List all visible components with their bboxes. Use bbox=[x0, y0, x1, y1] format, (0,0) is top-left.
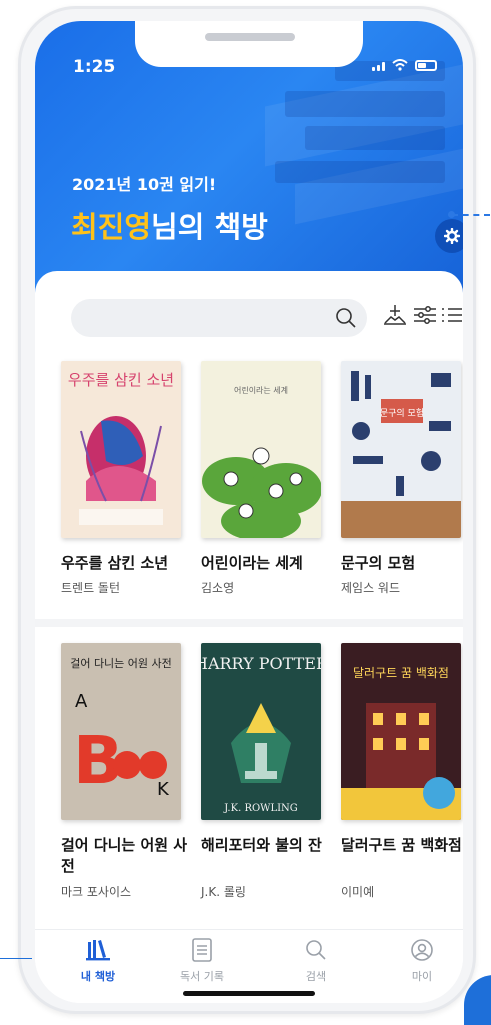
book-author: 제임스 워드 bbox=[341, 581, 401, 595]
book-cover: 걸어 다니는 어원 사전 A B K bbox=[61, 643, 181, 820]
tab-label: 검색 bbox=[305, 970, 327, 983]
status-icons bbox=[372, 59, 437, 71]
cover-author: J.K. ROWLING bbox=[223, 803, 298, 814]
settings-button[interactable] bbox=[435, 219, 463, 253]
tab-label: 독서 기록 bbox=[180, 970, 224, 983]
search-icon bbox=[336, 308, 356, 328]
tab-label: 마이 bbox=[411, 970, 433, 983]
phone-frame: 1:25 2021년 10권 읽기! 최진영님의 책방 우주를 삼킨 소년 우주… bbox=[18, 6, 476, 1014]
book-title: 달러구트 꿈 백화점 bbox=[341, 836, 462, 854]
home-indicator bbox=[183, 991, 315, 996]
tab-search[interactable]: 검색 bbox=[281, 938, 351, 984]
bookshelf-panel: 우주를 삼킨 소년 우주를 삼킨 소년 트렌트 돌턴 어린이라는 세계 어린이라… bbox=[35, 271, 463, 1003]
user-name: 최진영 bbox=[71, 210, 152, 244]
wifi-icon bbox=[392, 59, 408, 71]
document-icon bbox=[192, 938, 212, 962]
svg-text:K: K bbox=[157, 779, 170, 800]
annotation-line bbox=[0, 958, 32, 959]
book-author: 이미예 bbox=[341, 885, 375, 899]
book-cover: 우주를 삼킨 소년 bbox=[61, 361, 181, 538]
book-cover: HARRY POTTER J.K. ROWLING bbox=[201, 643, 321, 820]
search-icon bbox=[306, 940, 326, 960]
cover-title: 달러구트 꿈 백화점 bbox=[353, 666, 449, 680]
bookshelf-add-icon[interactable] bbox=[383, 303, 407, 327]
battery-icon bbox=[415, 60, 437, 71]
book-author: J.K. 롤링 bbox=[201, 885, 246, 899]
book-title: 문구의 모험 bbox=[341, 554, 416, 572]
signal-icon bbox=[372, 62, 385, 71]
book-title: 우주를 삼킨 소년 bbox=[61, 554, 169, 572]
filter-icon[interactable] bbox=[413, 303, 437, 327]
tab-label: 내 책방 bbox=[80, 970, 116, 983]
device-notch bbox=[135, 21, 363, 67]
book-author: 트렌트 돌턴 bbox=[61, 581, 121, 595]
cover-title: 문구의 모험 bbox=[380, 408, 424, 419]
cover-title: 어린이라는 세계 bbox=[234, 385, 288, 395]
tab-my-bookshelf[interactable]: 내 책방 bbox=[63, 938, 133, 984]
reading-goal: 2021년 10권 읽기! bbox=[72, 175, 217, 194]
book-title: 해리포터와 불의 잔 bbox=[201, 836, 322, 854]
book-author: 김소영 bbox=[201, 581, 235, 595]
cover-title: 걸어 다니는 어원 사전 bbox=[70, 657, 172, 670]
tab-my-page[interactable]: 마이 bbox=[387, 938, 457, 984]
bookshelf-icon bbox=[86, 940, 110, 961]
gear-icon bbox=[444, 228, 460, 244]
book-cover: 어린이라는 세계 bbox=[201, 361, 321, 538]
cover-title: HARRY POTTER bbox=[201, 654, 321, 673]
book-cover: 문구의 모험 bbox=[341, 361, 461, 538]
svg-text:A: A bbox=[75, 691, 88, 712]
tab-reading-log[interactable]: 독서 기록 bbox=[167, 938, 237, 984]
user-icon bbox=[411, 939, 433, 961]
book-title: 어린이라는 세계 bbox=[201, 554, 303, 572]
status-time: 1:25 bbox=[73, 57, 116, 77]
book-author: 마크 포사이스 bbox=[61, 885, 132, 899]
cover-title: 우주를 삼킨 소년 bbox=[68, 371, 174, 389]
book-cover: 달러구트 꿈 백화점 bbox=[341, 643, 461, 820]
search-input[interactable] bbox=[71, 299, 367, 337]
annotation-line bbox=[452, 214, 490, 216]
book-title: 걸어 다니는 어원 사전 bbox=[61, 836, 188, 875]
title-suffix: 님의 책방 bbox=[151, 210, 268, 244]
list-view-icon[interactable] bbox=[441, 303, 463, 327]
section-divider bbox=[35, 619, 463, 627]
app-screen: 1:25 2021년 10권 읽기! 최진영님의 책방 우주를 삼킨 소년 우주… bbox=[35, 21, 463, 1003]
page-title: 최진영님의 책방 bbox=[71, 204, 268, 246]
